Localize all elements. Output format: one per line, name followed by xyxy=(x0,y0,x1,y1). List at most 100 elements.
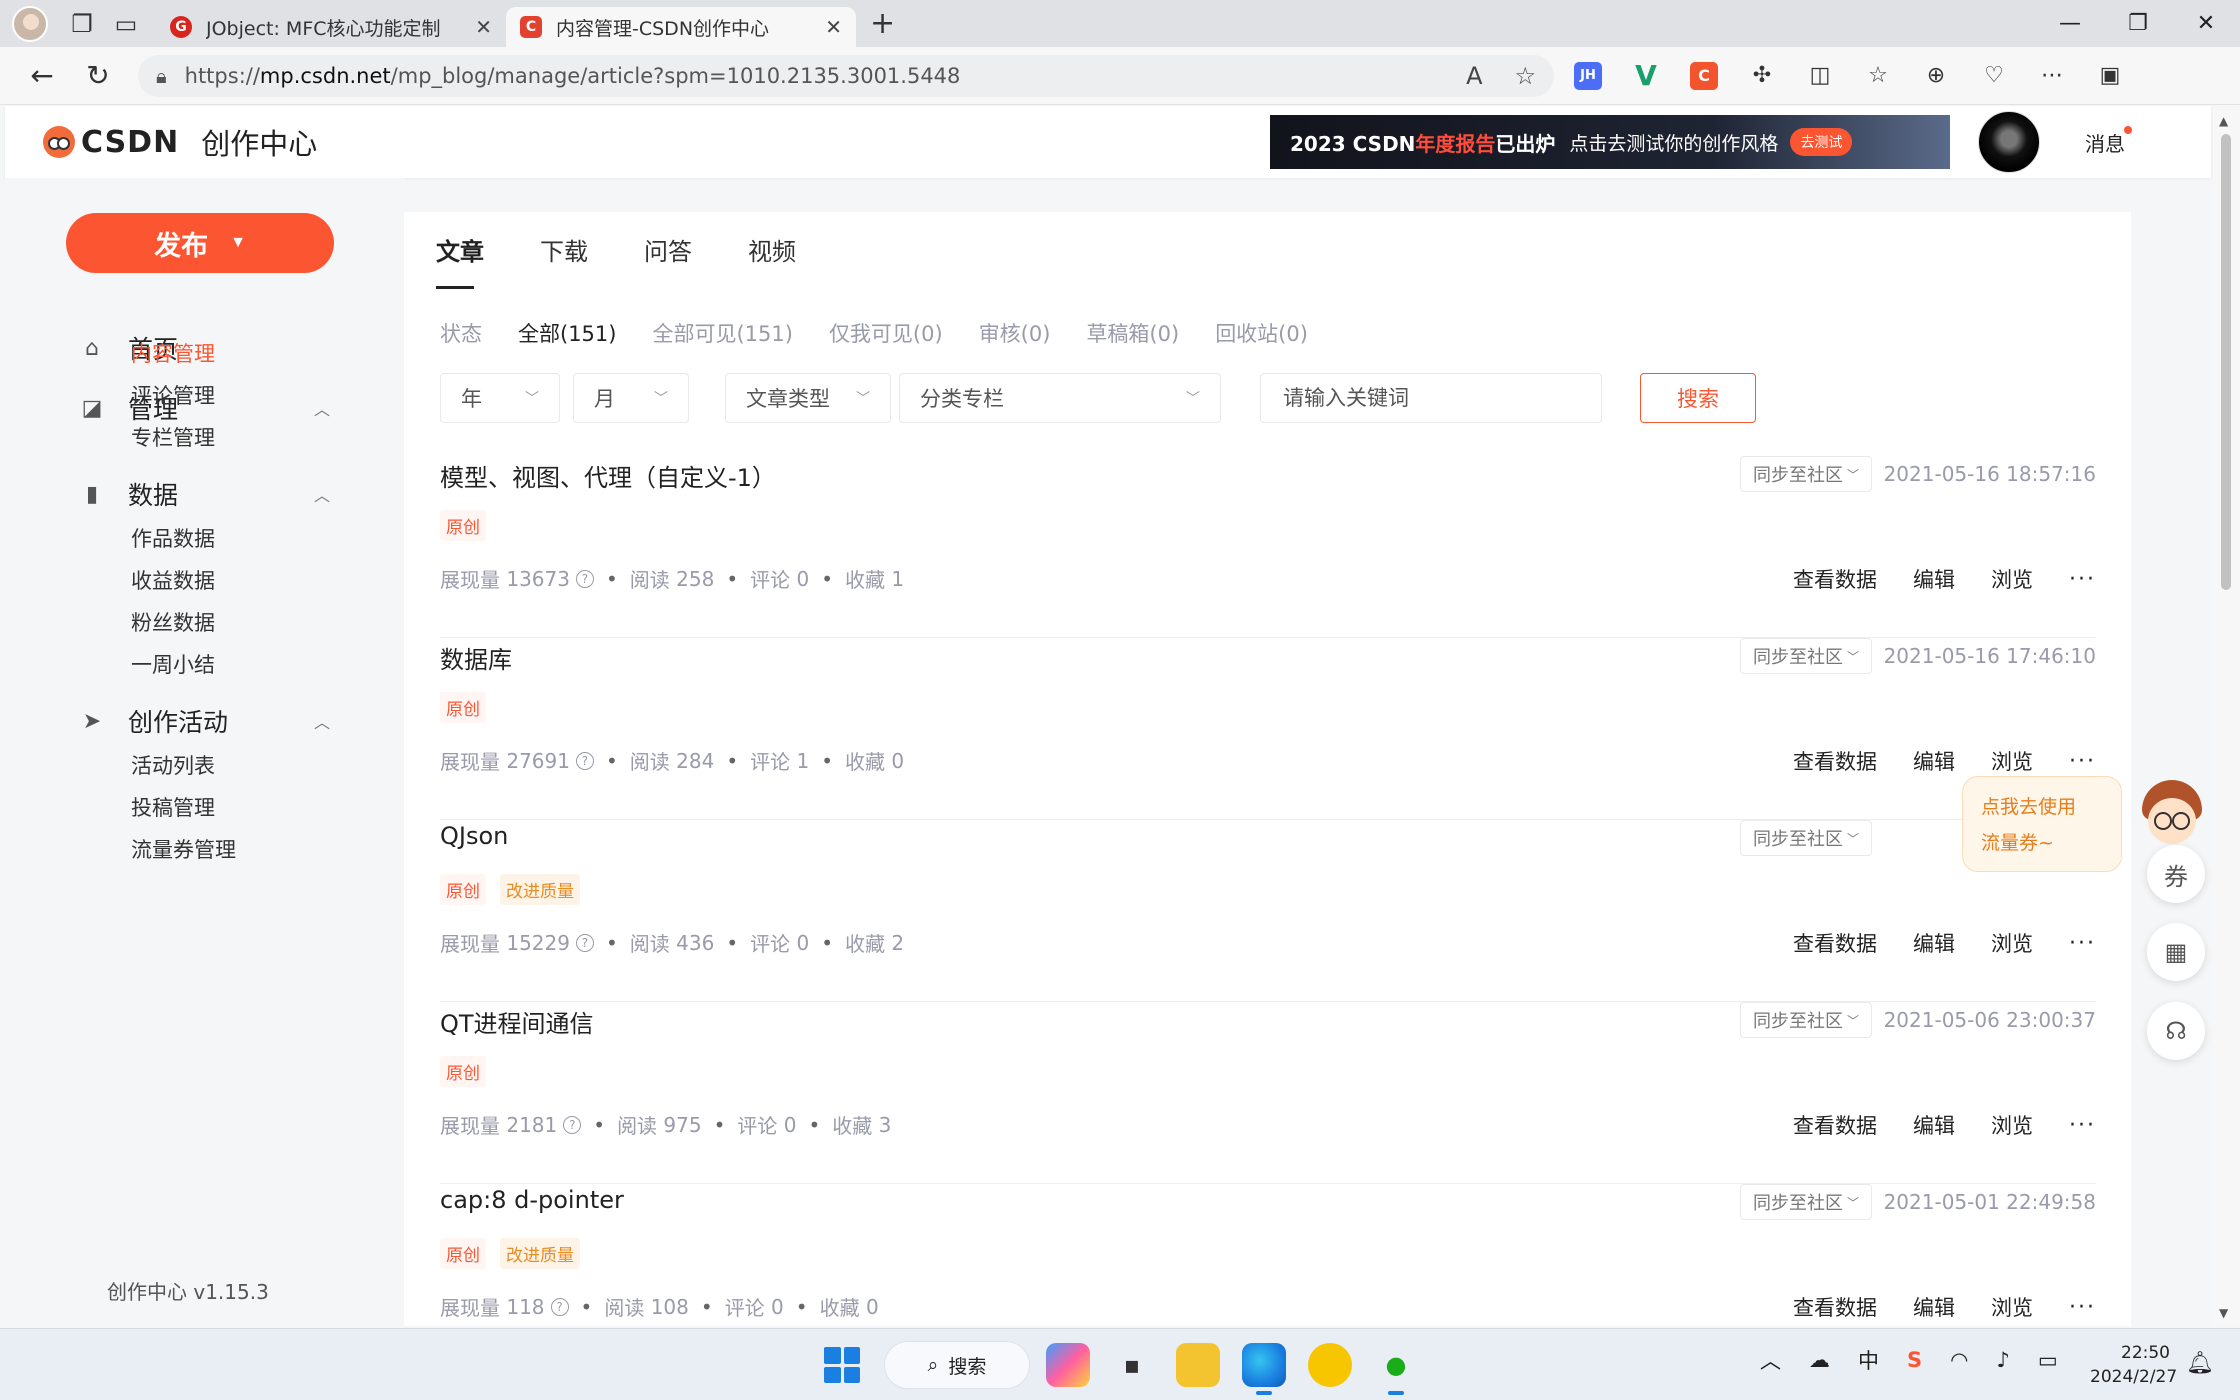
more-options-icon[interactable]: ··· xyxy=(2069,749,2096,774)
refresh-icon[interactable]: ↻ xyxy=(70,53,126,99)
scrollbar-thumb[interactable] xyxy=(2221,134,2231,590)
csdn-logo[interactable]: CSDN 创作中心 xyxy=(43,121,317,163)
user-avatar[interactable] xyxy=(1978,111,2040,173)
ime-indicator[interactable]: 中 xyxy=(1858,1345,1879,1375)
column-select[interactable]: 分类专栏 ﹀ xyxy=(899,373,1221,423)
sidebar-item-comment-manage[interactable]: 评论管理 xyxy=(131,380,215,410)
wechat-icon[interactable]: ● xyxy=(1374,1343,1418,1395)
article-type-select[interactable]: 文章类型 ﹀ xyxy=(725,373,891,423)
onedrive-icon[interactable]: ☁ xyxy=(1809,1348,1830,1372)
battery-icon[interactable]: ▭ xyxy=(2038,1348,2058,1372)
notification-bell-icon[interactable]: 🔔︎ xyxy=(2186,1351,2214,1376)
vue-extension-icon[interactable]: V xyxy=(1632,59,1660,92)
messages-link[interactable]: 消息 xyxy=(2085,126,2132,157)
tab-actions-icon[interactable]: ▭ xyxy=(104,6,148,42)
view-data-link[interactable]: 查看数据 xyxy=(1793,746,1877,776)
sidebar-item-work-data[interactable]: 作品数据 xyxy=(131,523,215,553)
favorite-star-icon[interactable]: ☆ xyxy=(1514,62,1536,90)
profile-avatar[interactable] xyxy=(12,5,48,42)
edge-browser-icon[interactable] xyxy=(1242,1343,1286,1395)
view-data-link[interactable]: 查看数据 xyxy=(1793,1110,1877,1140)
close-tab-icon[interactable]: ✕ xyxy=(825,15,842,39)
sidebar-item-submission-manage[interactable]: 投稿管理 xyxy=(131,792,215,822)
filter-public[interactable]: 全部可见(151) xyxy=(652,318,792,348)
article-title[interactable]: 数据库 xyxy=(440,640,512,675)
tab-qa[interactable]: 问答 xyxy=(644,232,692,289)
read-aloud-icon[interactable]: A xyxy=(1466,62,1482,90)
view-data-link[interactable]: 查看数据 xyxy=(1793,564,1877,594)
split-screen-icon[interactable]: ◫ xyxy=(1806,62,1834,90)
browser-tab-active[interactable]: C 内容管理-CSDN创作中心 ✕ xyxy=(506,7,856,47)
tab-downloads[interactable]: 下载 xyxy=(540,232,588,289)
filter-recycle[interactable]: 回收站(0) xyxy=(1215,318,1308,348)
publish-button[interactable]: 发布 ▼ xyxy=(66,213,334,273)
tab-videos[interactable]: 视频 xyxy=(748,232,796,289)
article-title[interactable]: QT进程间通信 xyxy=(440,1004,594,1039)
music-app-icon[interactable] xyxy=(1308,1343,1352,1387)
article-title[interactable]: QJson xyxy=(440,822,508,850)
performance-icon[interactable]: ♡ xyxy=(1980,62,2008,90)
tray-expand-icon[interactable]: ︿ xyxy=(1760,1345,1781,1375)
edit-link[interactable]: 编辑 xyxy=(1913,1110,1955,1140)
sidebar-item-coupon-manage[interactable]: 流量券管理 xyxy=(131,834,236,864)
taskbar-search[interactable]: ⌕ 搜索 xyxy=(884,1341,1030,1389)
browse-link[interactable]: 浏览 xyxy=(1991,746,2033,776)
keyword-search-input[interactable] xyxy=(1260,373,1602,423)
sync-community-select[interactable]: 同步至社区 ﹀ xyxy=(1740,820,1873,856)
browse-link[interactable]: 浏览 xyxy=(1991,928,2033,958)
sidebar-item-content-manage[interactable]: 内容管理 xyxy=(131,338,215,368)
sidebar-item-column-manage[interactable]: 专栏管理 xyxy=(131,422,215,452)
restore-icon[interactable]: ❐ xyxy=(2104,0,2172,47)
filter-drafts[interactable]: 草稿箱(0) xyxy=(1086,318,1179,348)
sidebar-group-activity[interactable]: ➤ 创作活动 ︿ xyxy=(80,703,330,739)
sidebar-toggle-icon[interactable]: ▣ xyxy=(2096,62,2124,90)
new-tab-icon[interactable]: + xyxy=(870,6,895,41)
extensions-puzzle-icon[interactable]: ✣ xyxy=(1748,62,1776,90)
back-icon[interactable]: ← xyxy=(14,53,70,99)
tab-articles[interactable]: 文章 xyxy=(436,232,484,289)
workspaces-icon[interactable]: ❐ xyxy=(60,6,104,42)
minimize-icon[interactable]: — xyxy=(2036,0,2104,47)
browse-link[interactable]: 浏览 xyxy=(1991,1110,2033,1140)
scroll-down-icon[interactable]: ▼ xyxy=(2219,1306,2228,1320)
help-question-icon[interactable]: ? xyxy=(575,751,594,770)
sidebar-item-income-data[interactable]: 收益数据 xyxy=(131,565,215,595)
year-select[interactable]: 年 ﹀ xyxy=(440,373,560,423)
filter-private[interactable]: 仅我可见(0) xyxy=(829,318,943,348)
app-s-icon[interactable]: S xyxy=(1907,1348,1922,1372)
task-view-icon[interactable]: ▪ xyxy=(1110,1343,1154,1387)
article-title[interactable]: 模型、视图、代理（自定义-1） xyxy=(440,458,776,493)
annual-report-banner[interactable]: 2023 CSDN年度报告已出炉 点击去测试你的创作风格 去测试 xyxy=(1270,115,1950,169)
article-title[interactable]: cap:8 d-pointer xyxy=(440,1186,624,1214)
coupon-icon[interactable]: 券 xyxy=(2147,845,2205,903)
page-scrollbar[interactable]: ▲ ▼ xyxy=(2213,106,2240,1326)
help-question-icon[interactable]: ? xyxy=(575,569,594,588)
browse-link[interactable]: 浏览 xyxy=(1991,1292,2033,1322)
more-options-icon[interactable]: ··· xyxy=(2069,1113,2096,1138)
taskbar-clock[interactable]: 22:50 2024/2/27 xyxy=(2090,1341,2177,1389)
view-data-link[interactable]: 查看数据 xyxy=(1793,928,1877,958)
wifi-icon[interactable]: ◠ xyxy=(1950,1348,1968,1372)
scroll-up-icon[interactable]: ▲ xyxy=(2219,114,2228,128)
help-question-icon[interactable]: ? xyxy=(550,1297,569,1316)
csdn-extension-icon[interactable]: C xyxy=(1690,61,1718,90)
coupon-tip-bubble[interactable]: 点我去使用 流量券~ xyxy=(1962,776,2122,872)
filter-all[interactable]: 全部(151) xyxy=(518,318,616,348)
collections-icon[interactable]: ⊕ xyxy=(1922,62,1950,90)
windows-start-icon[interactable] xyxy=(824,1347,860,1383)
filter-review[interactable]: 审核(0) xyxy=(979,318,1051,348)
volume-icon[interactable]: ♪ xyxy=(1996,1348,2009,1372)
help-question-icon[interactable]: ? xyxy=(563,1115,582,1134)
headset-support-icon[interactable]: ☊ xyxy=(2147,1002,2205,1060)
close-tab-icon[interactable]: ✕ xyxy=(475,15,492,39)
settings-more-icon[interactable]: ⋯ xyxy=(2038,62,2066,90)
favorites-icon[interactable]: ☆ xyxy=(1864,62,1892,90)
qr-code-icon[interactable]: ▦ xyxy=(2147,923,2205,981)
sidebar-group-data[interactable]: ▮ 数据 ︿ xyxy=(80,476,330,512)
jh-extension-icon[interactable]: JH xyxy=(1574,61,1602,90)
view-data-link[interactable]: 查看数据 xyxy=(1793,1292,1877,1322)
browse-link[interactable]: 浏览 xyxy=(1991,564,2033,594)
sidebar-item-weekly-summary[interactable]: 一周小结 xyxy=(131,649,215,679)
month-select[interactable]: 月 ﹀ xyxy=(573,373,689,423)
more-options-icon[interactable]: ··· xyxy=(2069,567,2096,592)
